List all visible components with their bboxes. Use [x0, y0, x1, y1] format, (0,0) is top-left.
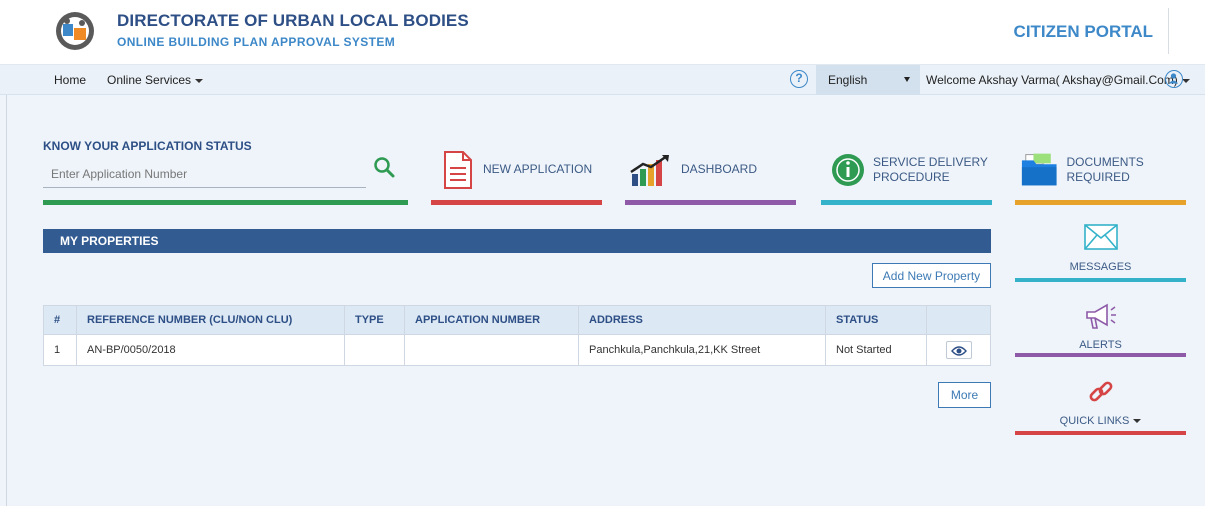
service-delivery-accent-bar	[821, 200, 992, 205]
user-avatar-icon[interactable]	[1165, 70, 1183, 88]
alerts-label: ALERTS	[1079, 339, 1122, 351]
bar-chart-icon	[630, 154, 669, 186]
column-header	[926, 305, 991, 335]
column-header: #	[43, 305, 77, 335]
column-header: REFERENCE NUMBER (CLU/NON CLU)	[76, 305, 345, 335]
chevron-down-icon	[1133, 419, 1142, 424]
view-property-button[interactable]	[945, 341, 972, 359]
application-number-input[interactable]	[43, 160, 366, 188]
documents-required-label: DOCUMENTS REQUIRED	[1066, 154, 1144, 184]
dashboard-tile[interactable]: DASHBOARD	[629, 147, 757, 192]
new-application-label: NEW APPLICATION	[483, 162, 593, 176]
page-left-border	[6, 95, 7, 506]
application-status-title: KNOW YOUR APPLICATION STATUS	[43, 139, 252, 153]
new-application-tile[interactable]: NEW APPLICATION	[443, 147, 592, 192]
envelope-icon	[1083, 224, 1118, 250]
dashboard-accent-bar	[625, 200, 796, 205]
cell-actions	[926, 334, 991, 366]
documents-required-tile[interactable]: DOCUMENTS REQUIRED	[1020, 147, 1205, 192]
chevron-down-icon	[195, 78, 204, 83]
new-application-accent-bar	[431, 200, 602, 205]
column-header: APPLICATION NUMBER	[404, 305, 579, 335]
table-row: 1 AN-BP/0050/2018 Panchkula,Panchkula,21…	[43, 334, 991, 366]
org-title: DIRECTORATE OF URBAN LOCAL BODIES	[117, 11, 469, 30]
service-delivery-label-line2: PROCEDURE	[873, 169, 950, 184]
cell-reference: AN-BP/0050/2018	[76, 334, 345, 366]
service-delivery-label: SERVICE DELIVERY PROCEDURE	[873, 155, 988, 185]
properties-table: # REFERENCE NUMBER (CLU/NON CLU) TYPE AP…	[43, 305, 991, 366]
header: DIRECTORATE OF URBAN LOCAL BODIES ONLINE…	[0, 0, 1205, 65]
column-header: ADDRESS	[578, 305, 826, 335]
navbar: Home Online Services ? English Welcome A…	[0, 65, 1205, 95]
ulb-logo	[52, 10, 98, 52]
portal-name: CITIZEN PORTAL	[1013, 22, 1153, 41]
cell-application-number	[404, 334, 579, 366]
quick-links-label-row: QUICK LINKS	[1015, 415, 1186, 427]
table-header-row: # REFERENCE NUMBER (CLU/NON CLU) TYPE AP…	[43, 305, 991, 335]
cell-type	[344, 334, 405, 366]
help-icon[interactable]: ?	[790, 70, 808, 88]
column-header: TYPE	[344, 305, 405, 335]
online-services-label: Online Services	[107, 73, 192, 87]
add-new-property-button[interactable]: Add New Property	[872, 263, 991, 288]
status-accent-bar	[43, 200, 408, 205]
service-delivery-tile[interactable]: SERVICE DELIVERY PROCEDURE	[830, 147, 988, 192]
alerts-link[interactable]: ALERTS	[1015, 302, 1186, 351]
messages-link[interactable]: MESSAGES	[1015, 224, 1186, 273]
dropdown-arrow-icon	[904, 77, 910, 82]
alerts-accent-bar	[1015, 353, 1186, 357]
more-button[interactable]: More	[938, 382, 991, 408]
eye-icon	[950, 346, 967, 356]
dashboard-label: DASHBOARD	[681, 162, 758, 176]
quick-links-label: QUICK LINKS	[1059, 415, 1130, 427]
folder-icon	[1021, 153, 1057, 185]
my-properties-header: MY PROPERTIES	[43, 229, 991, 253]
document-icon	[444, 150, 472, 189]
search-icon[interactable]	[372, 155, 396, 179]
org-subtitle: ONLINE BUILDING PLAN APPROVAL SYSTEM	[117, 35, 396, 49]
documents-accent-bar	[1015, 200, 1186, 205]
messages-label: MESSAGES	[1069, 261, 1132, 273]
language-select[interactable]: English	[816, 65, 920, 95]
messages-accent-bar	[1015, 278, 1186, 282]
info-icon	[832, 153, 864, 186]
welcome-text: Welcome Akshay Varma( Akshay@Gmail.Com)	[926, 73, 1178, 87]
link-icon	[1089, 381, 1112, 402]
nav-home-link[interactable]: Home	[54, 73, 86, 87]
nav-online-services-menu[interactable]: Online Services	[107, 73, 204, 87]
chevron-down-icon	[1181, 78, 1190, 83]
cell-status: Not Started	[825, 334, 927, 366]
header-divider	[1168, 8, 1169, 54]
quick-links-menu[interactable]: QUICK LINKS	[1015, 378, 1186, 427]
cell-address: Panchkula,Panchkula,21,KK Street	[578, 334, 826, 366]
language-value: English	[828, 73, 868, 87]
cell-index: 1	[43, 334, 77, 366]
service-delivery-label-line1: SERVICE DELIVERY	[873, 154, 988, 169]
quick-links-accent-bar	[1015, 431, 1186, 435]
user-menu[interactable]: Welcome Akshay Varma( Akshay@Gmail.Com)	[926, 73, 1190, 87]
megaphone-icon	[1085, 303, 1116, 329]
column-header: STATUS	[825, 305, 927, 335]
